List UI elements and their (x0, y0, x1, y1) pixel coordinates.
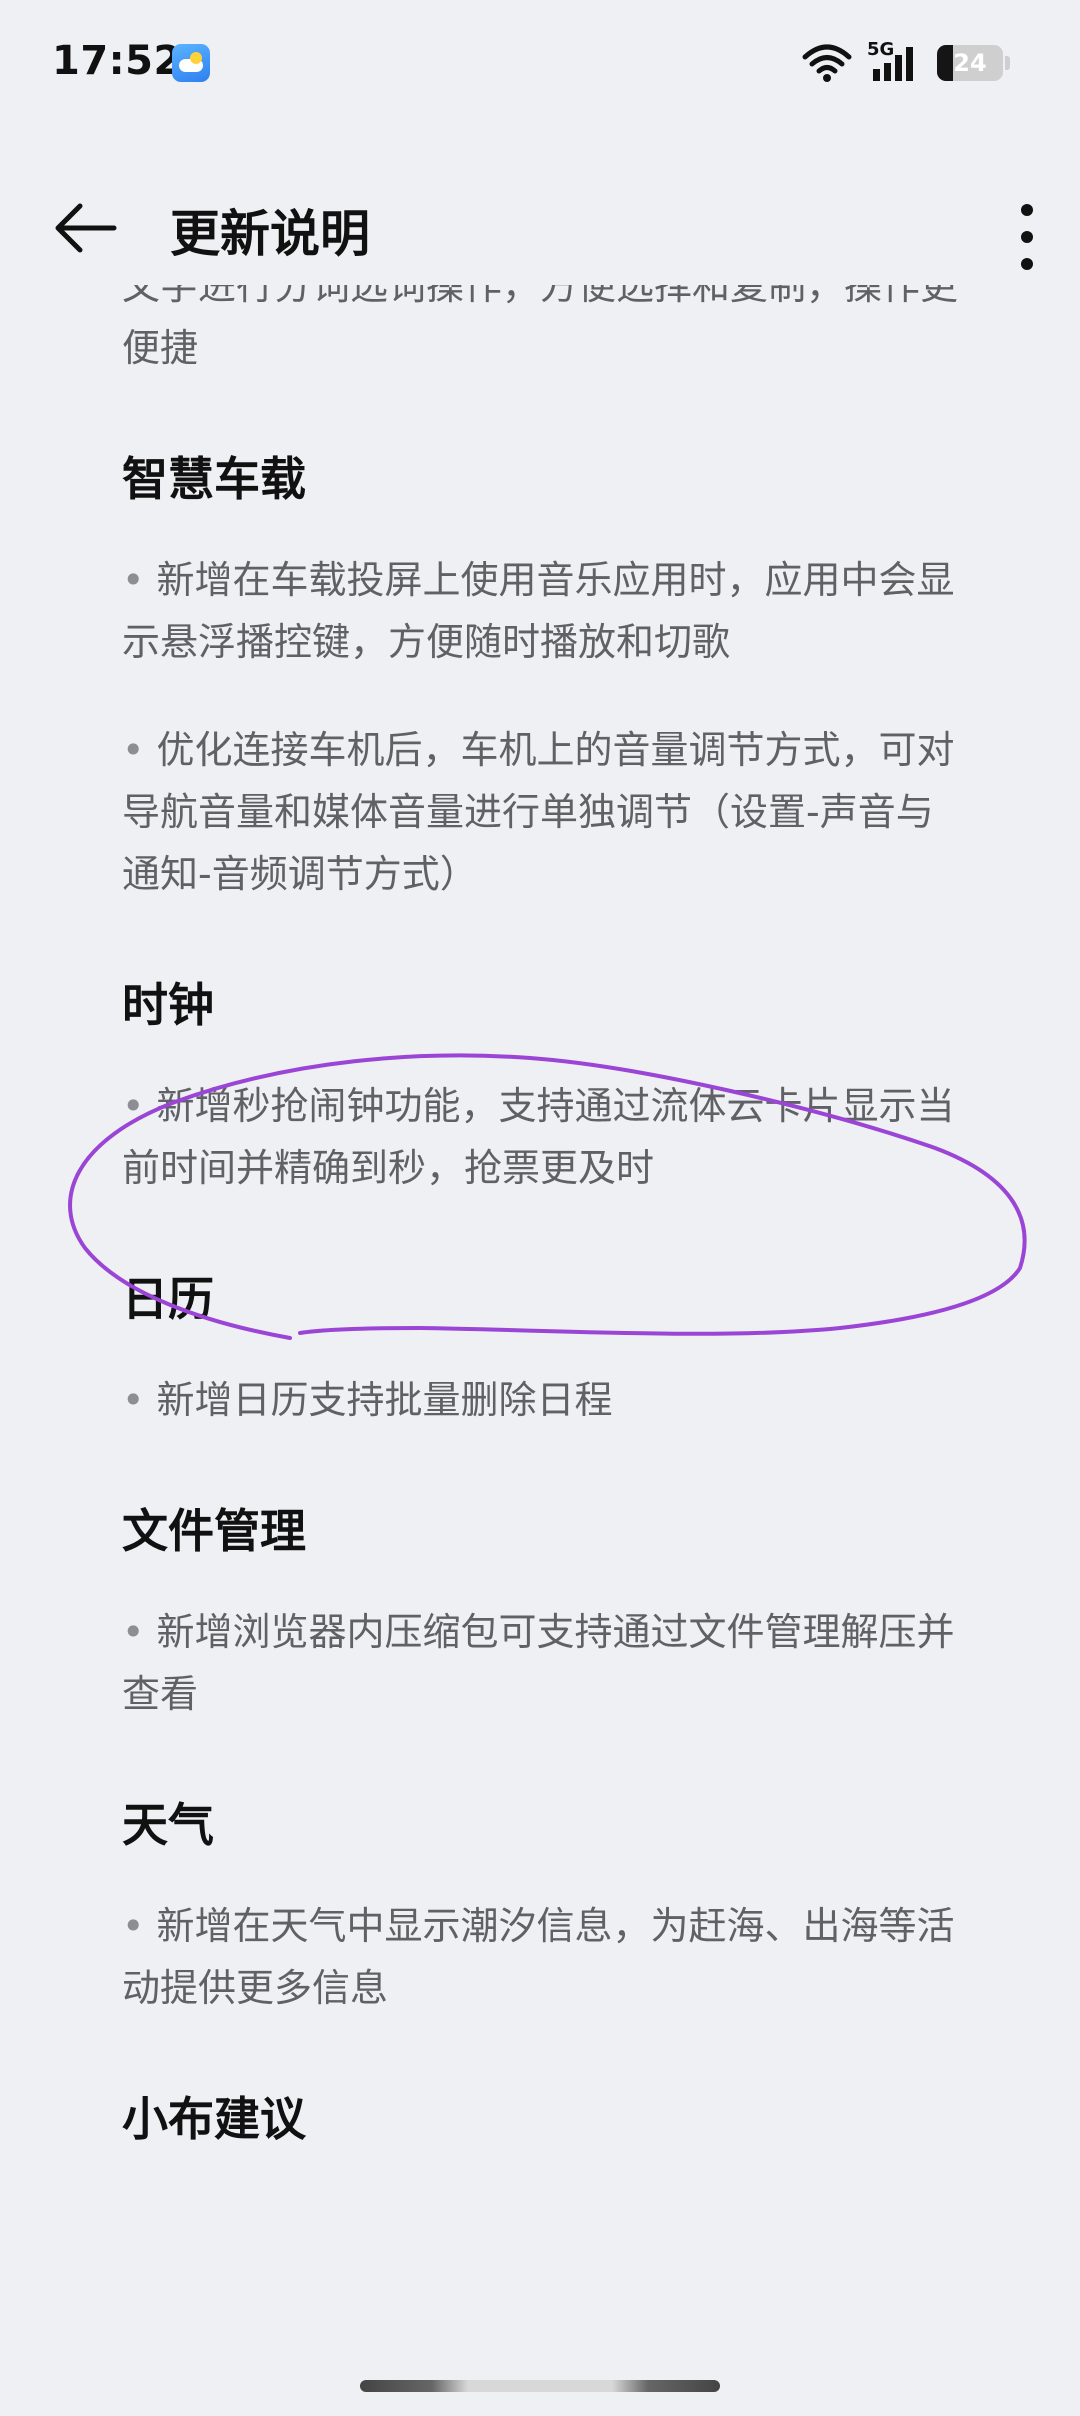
intro-fragment-text: 文字进行分词选词操作，方便选择和复制，操作更便捷 (122, 285, 959, 370)
list-item: • 新增秒抢闹钟功能，支持通过流体云卡片显示当前时间并精确到秒，抢票更及时 (122, 1075, 962, 1199)
section-breeno-suggestions: 小布建议 (0, 2089, 1080, 2149)
item-text: 新增浏览器内压缩包可支持通过文件管理解压并查看 (122, 1610, 955, 1716)
section-title: 智慧车载 (122, 452, 306, 506)
section-calendar: 日历 • 新增日历支持批量删除日程 (0, 1269, 1080, 1431)
bullet: • (122, 1610, 145, 1654)
bullet: • (122, 1084, 145, 1128)
more-options-button[interactable] (1002, 190, 1052, 270)
item-text: 新增在车载投屏上使用音乐应用时，应用中会显示悬浮播控键，方便随时播放和切歌 (122, 558, 955, 664)
bullet: • (122, 1378, 145, 1422)
more-vertical-icon (1021, 204, 1033, 270)
status-bar: 17:52 5G 24 (0, 0, 1080, 130)
battery-level-text: 24 (953, 49, 987, 77)
list-item: • 新增在天气中显示潮汐信息，为赶海、出海等活动提供更多信息 (122, 1895, 962, 2019)
app-header: 更新说明 (0, 178, 1080, 278)
weather-cloud-icon (172, 44, 210, 82)
section-car: 智慧车载 • 新增在车载投屏上使用音乐应用时，应用中会显示悬浮播控键，方便随时播… (0, 449, 1080, 905)
system-icons: 5G 24 (801, 38, 1010, 88)
battery-cap (1005, 56, 1010, 70)
section-title: 时钟 (122, 978, 214, 1032)
page-title: 更新说明 (170, 205, 370, 263)
list-item: • 新增在车载投屏上使用音乐应用时，应用中会显示悬浮播控键，方便随时播放和切歌 (122, 549, 962, 673)
release-notes-list: 文字进行分词选词操作，方便选择和复制，操作更便捷 智慧车载 • 新增在车载投屏上… (0, 285, 1080, 2189)
section-weather: 天气 • 新增在天气中显示潮汐信息，为赶海、出海等活动提供更多信息 (0, 1795, 1080, 2019)
battery-icon: 24 (937, 45, 1003, 81)
home-indicator[interactable] (360, 2380, 720, 2392)
item-text: 新增日历支持批量删除日程 (156, 1378, 613, 1422)
list-item: • 优化连接车机后，车机上的音量调节方式，可对导航音量和媒体音量进行单独调节（设… (122, 719, 962, 905)
section-file-manager: 文件管理 • 新增浏览器内压缩包可支持通过文件管理解压并查看 (0, 1501, 1080, 1725)
back-button[interactable] (50, 196, 120, 260)
section-title: 文件管理 (122, 1504, 306, 1558)
section-title: 日历 (122, 1272, 214, 1326)
list-item: • 新增浏览器内压缩包可支持通过文件管理解压并查看 (122, 1601, 962, 1725)
section-clock: 时钟 • 新增秒抢闹钟功能，支持通过流体云卡片显示当前时间并精确到秒，抢票更及时 (0, 975, 1080, 1199)
cellular-signal-icon: 5G (867, 39, 923, 83)
wifi-icon (802, 44, 852, 82)
section-title: 小布建议 (122, 2092, 306, 2146)
section-title: 天气 (122, 1798, 214, 1852)
status-time: 17:52 (52, 38, 182, 84)
bullet: • (122, 558, 145, 602)
item-text: 新增秒抢闹钟功能，支持通过流体云卡片显示当前时间并精确到秒，抢票更及时 (122, 1084, 955, 1190)
list-item: • 新增日历支持批量删除日程 (122, 1369, 962, 1431)
back-arrow-icon (55, 203, 117, 253)
item-text: 优化连接车机后，车机上的音量调节方式，可对导航音量和媒体音量进行单独调节（设置-… (122, 728, 955, 896)
bullet: • (122, 1904, 145, 1948)
bullet: • (122, 728, 145, 772)
release-notes-content[interactable]: 文字进行分词选词操作，方便选择和复制，操作更便捷 智慧车载 • 新增在车载投屏上… (0, 285, 1080, 2365)
item-text: 新增在天气中显示潮汐信息，为赶海、出海等活动提供更多信息 (122, 1904, 955, 2010)
